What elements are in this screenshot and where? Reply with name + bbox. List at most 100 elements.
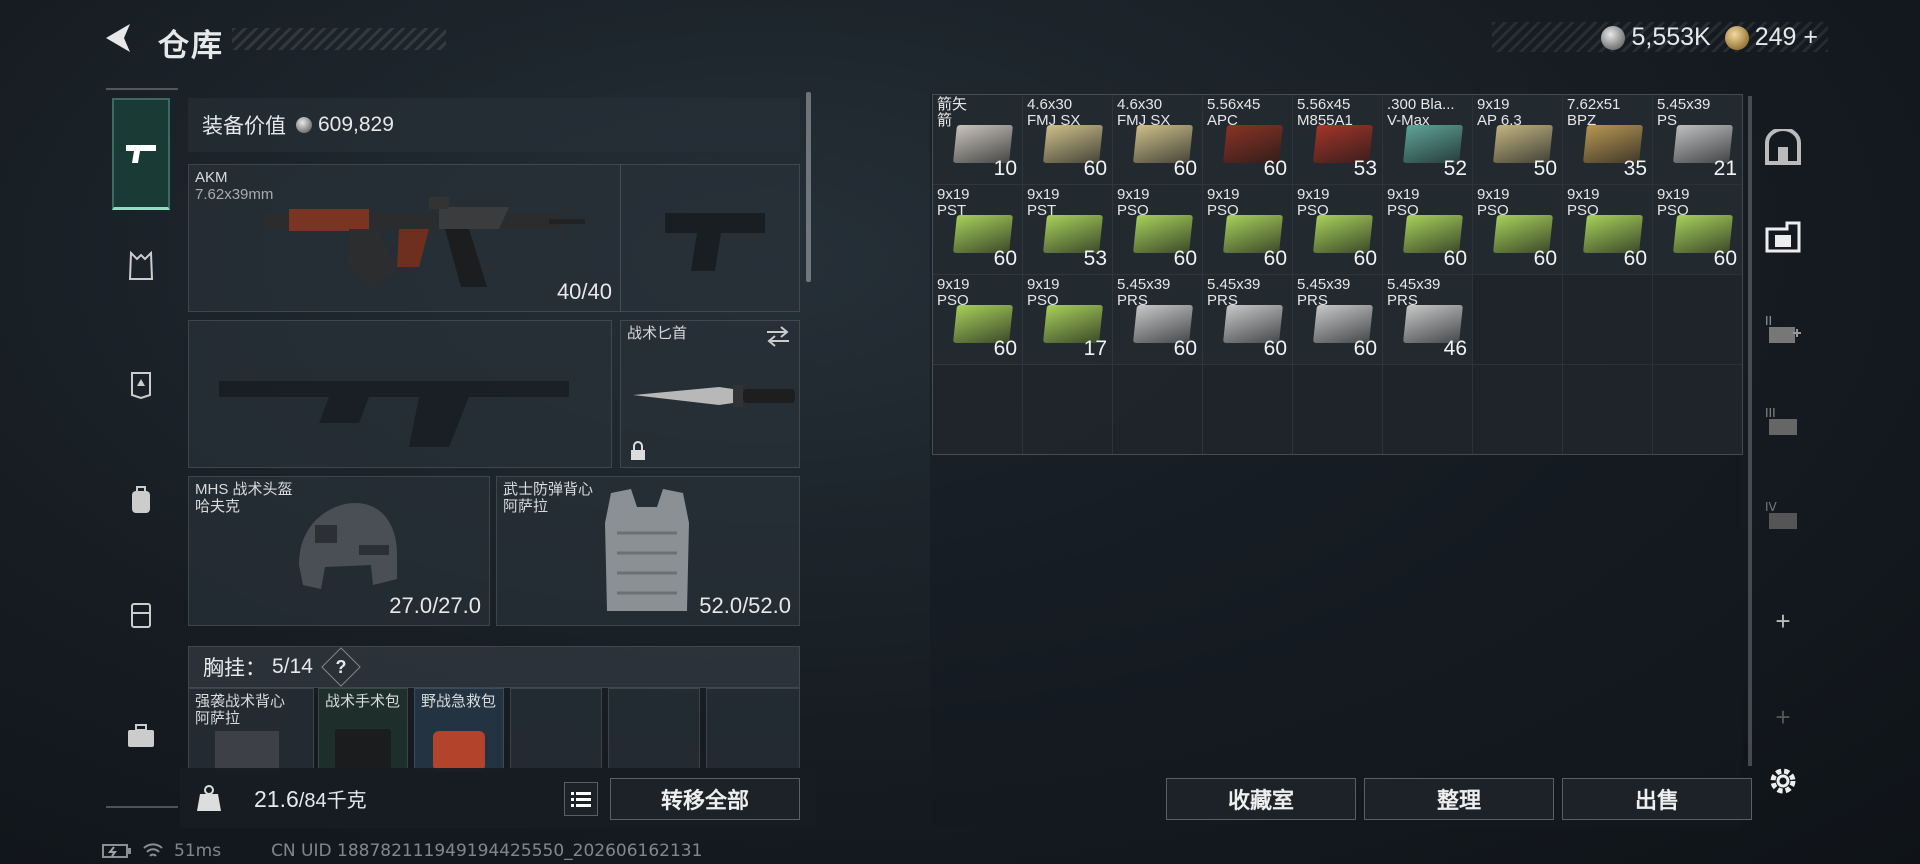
stash-item-cell[interactable]: 9x19 PSO 60 [1473,185,1562,274]
help-icon[interactable]: ? [321,647,361,687]
stash-item-cell[interactable]: 5.45x39 PRS 60 [1203,275,1292,364]
settings-button[interactable] [1758,756,1808,806]
item-count: 60 [1173,157,1197,180]
stash-item-cell[interactable]: 9x19 PSO 17 [1023,275,1112,364]
stash-empty-cell[interactable] [1203,365,1292,454]
stash-tab-warehouse[interactable] [1758,212,1808,262]
chest-rig-empty-slot[interactable] [706,688,800,772]
stash-item-cell[interactable]: 9x19 PSO 60 [1383,185,1472,274]
chest-rig-vest-item[interactable]: 强袭战术背心 阿萨拉 [188,688,314,772]
rail-backpack[interactable] [112,444,170,556]
stash-empty-cell[interactable] [1023,365,1112,454]
sell-button[interactable]: 出售 [1562,778,1752,820]
stash-item-cell[interactable]: 5.56x45 APC 60 [1203,95,1292,184]
item-name: 9x19 PSO [1477,187,1510,219]
secondary-weapon-slot[interactable] [620,164,800,312]
rail-weapons[interactable] [112,98,170,210]
item-count: 60 [1353,337,1377,360]
chest-rig-empty-slot[interactable] [608,688,700,772]
stash-item-cell[interactable]: 5.45x39 PS 21 [1653,95,1742,184]
chest-rig-first-aid-kit[interactable]: 野战急救包 [414,688,504,772]
transfer-all-button[interactable]: 转移全部 [610,778,800,820]
stash-item-cell[interactable]: 箭矢箭 10 [933,95,1022,184]
stash-item-cell[interactable]: 9x19 PSO 60 [1563,185,1652,274]
item-count: 60 [993,337,1017,360]
stash-4-icon: IV [1765,500,1797,529]
stash-item-cell[interactable]: 4.6x30 FMJ SX 60 [1113,95,1202,184]
item-count: 52 [1443,157,1467,180]
item-count: 60 [1173,337,1197,360]
back-arrow-icon[interactable] [100,18,140,58]
item-count: 60 [1533,247,1557,270]
player-uid: CN UID 188782111949194425550_20260616213… [271,841,703,861]
melee-slot[interactable]: 战术匕首 [620,320,800,468]
armor-slot[interactable]: 武士防弹背心 阿萨拉 52.0/52.0 [496,476,800,626]
chest-rig-count: 5/14 [272,655,313,678]
stash-empty-cell[interactable] [1473,365,1562,454]
stash-item-cell[interactable]: 9x19 PSO 60 [1653,185,1742,274]
rail-case[interactable] [112,558,170,670]
add-stash-button[interactable]: + [1758,596,1808,646]
item-name: 9x19 PSO [1117,187,1150,219]
primary-weapon-slot[interactable]: AKM 7.62x39mm 40/40 [188,164,621,312]
item-type: PRS [1207,292,1238,309]
stash-empty-cell[interactable] [933,365,1022,454]
stash-item-cell[interactable]: 5.45x39 PRS 60 [1113,275,1202,364]
item-type: PSO [1567,202,1599,219]
gold-currency[interactable]: 249 + [1724,23,1818,52]
stash-item-cell[interactable]: 9x19 PST 53 [1023,185,1112,274]
stash-item-cell[interactable]: 9x19 AP 6.3 50 [1473,95,1562,184]
stash-item-cell[interactable]: 5.45x39 PRS 46 [1383,275,1472,364]
collection-room-button[interactable]: 收藏室 [1166,778,1356,820]
add-currency-icon[interactable]: + [1796,23,1818,51]
stash-item-cell[interactable]: 9x19 PST 60 [933,185,1022,274]
stash-item-cell[interactable]: 9x19 PSO 60 [1203,185,1292,274]
stash-tab-2[interactable]: II [1758,304,1808,354]
vest-item-faction: 阿萨拉 [195,710,241,727]
sort-button[interactable]: 整理 [1364,778,1554,820]
helmet-slot[interactable]: MHS 战术头盔 哈夫克 27.0/27.0 [188,476,490,626]
stash-item-cell[interactable]: 7.62x51 BPZ 35 [1563,95,1652,184]
item-caliber: 5.45x39 [1297,276,1351,293]
pistol-silhouette-icon [665,213,765,271]
stash-item-cell[interactable]: 9x19 PSO 60 [1113,185,1202,274]
item-caliber: 5.45x39 [1207,276,1261,293]
swap-icon[interactable] [765,325,791,347]
stash-tab-safe[interactable] [1758,122,1808,172]
rail-armor[interactable] [112,328,170,440]
stash-item-cell[interactable]: .300 Bla... V-Max 52 [1383,95,1472,184]
stash-item-cell[interactable]: 5.56x45 M855A1 53 [1293,95,1382,184]
stash-tab-4[interactable]: IV [1758,490,1808,540]
stash-empty-cell[interactable] [1563,365,1652,454]
stash-empty-cell[interactable] [1563,275,1652,364]
equipment-value-bar: 装备价值 609,829 [188,98,800,152]
item-caliber: 9x19 [1027,276,1060,293]
stash-empty-cell[interactable] [1293,365,1382,454]
stash-empty-cell[interactable] [1473,275,1562,364]
help-glyph: ? [335,656,347,677]
stash-empty-cell[interactable] [1653,275,1742,364]
rail-toolbox[interactable] [112,680,170,792]
item-name: 5.45x39 PRS [1297,277,1350,309]
stash-item-cell[interactable]: 4.6x30 FMJ SX 60 [1023,95,1112,184]
chest-rig-surgical-kit[interactable]: 战术手术包 [318,688,408,772]
secondary-primary-slot[interactable] [188,320,612,468]
stash-empty-cell[interactable] [1113,365,1202,454]
weight-icon [197,785,221,811]
stash-item-cell[interactable]: 9x19 PSO 60 [1293,185,1382,274]
stash-item-cell[interactable]: 9x19 PSO 60 [933,275,1022,364]
item-type: PST [937,202,967,219]
item-type: PRS [1297,292,1328,309]
item-caliber: 4.6x30 [1117,96,1163,113]
stash-empty-cell[interactable] [1383,365,1472,454]
item-caliber: 箭矢 [937,96,968,113]
chest-rig-empty-slot[interactable] [510,688,602,772]
stash-item-cell[interactable]: 5.45x39 PRS 60 [1293,275,1382,364]
loadout-scrollbar[interactable] [806,92,811,282]
stash-tab-3[interactable]: III [1758,396,1808,446]
category-rail [106,88,178,808]
stash-empty-cell[interactable] [1653,365,1742,454]
stash-panel: 箭矢箭 10 4.6x30 FMJ SX 60 4.6x30 FMJ SX 60 5.56x45… [930,94,1752,828]
rail-vest[interactable] [112,210,170,322]
list-view-button[interactable] [564,782,598,816]
